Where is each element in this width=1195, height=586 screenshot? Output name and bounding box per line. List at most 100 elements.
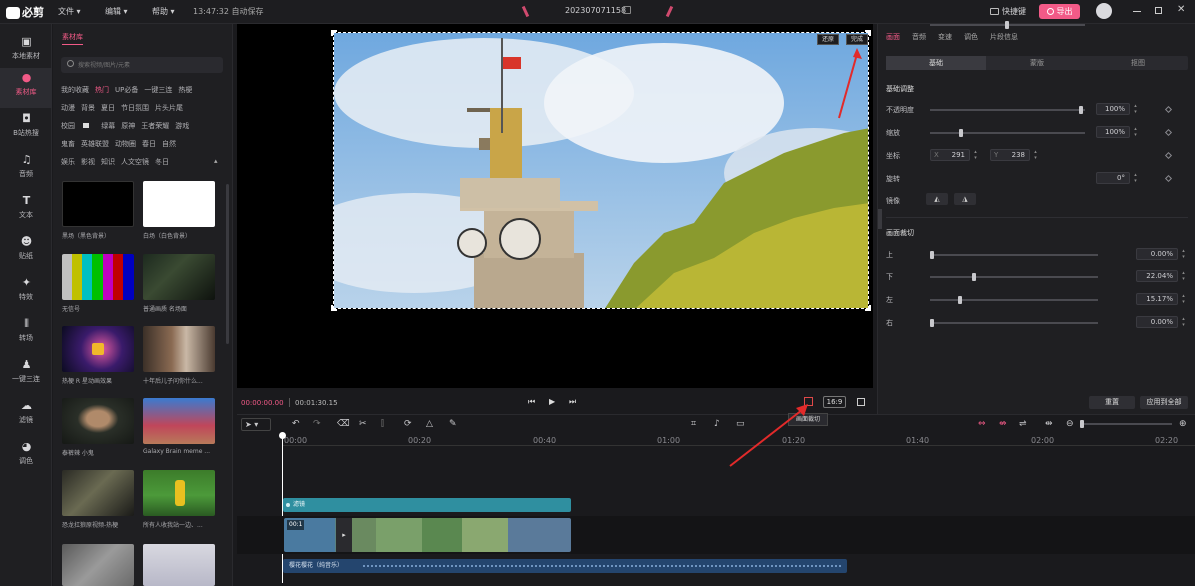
crop-left-slider[interactable] (930, 296, 1098, 304)
freeze-icon[interactable]: ⫿ (381, 418, 384, 430)
tag-spring[interactable]: 春日 (142, 140, 156, 148)
split-icon[interactable]: ✂ (359, 418, 367, 430)
mirror-horizontal-icon[interactable]: ◭ (926, 193, 948, 205)
opacity-keyframe-icon[interactable] (1164, 105, 1173, 114)
crop-top-value[interactable]: 0.00% (1136, 248, 1178, 260)
tag-background[interactable]: 背景 (81, 104, 95, 112)
menu-edit[interactable]: 编辑 ▾ (105, 6, 128, 17)
crop-right-stepper[interactable]: ▴ ▾ (1180, 316, 1187, 328)
nav-filters[interactable]: ☁ 滤镜 (0, 396, 52, 436)
minimize-icon[interactable] (1133, 11, 1141, 12)
media-thumb[interactable] (143, 544, 215, 586)
media-thumb[interactable] (62, 470, 134, 516)
transition-marker-icon[interactable]: ▸ (336, 518, 352, 552)
crop-left-value[interactable]: 15.17% (1136, 293, 1178, 305)
library-scrollbar[interactable] (226, 184, 229, 344)
fullscreen-icon[interactable] (857, 398, 865, 406)
nav-text[interactable]: T 文本 (0, 191, 52, 231)
coord-x-input[interactable]: X 291 (930, 149, 970, 161)
auto-caption-icon[interactable]: ⌗ (691, 418, 696, 430)
rotate-value[interactable]: 0° (1096, 172, 1130, 184)
redo-icon[interactable]: ↷ (313, 418, 321, 430)
crop-left-stepper[interactable]: ▴ ▾ (1180, 293, 1187, 305)
zoom-slider[interactable] (1080, 420, 1172, 428)
close-icon[interactable]: ✕ (1177, 5, 1185, 15)
scale-slider[interactable] (930, 129, 1085, 137)
subtab-matting[interactable]: 抠图 (1088, 56, 1188, 70)
zoom-out-icon[interactable]: ⊖ (1066, 418, 1074, 430)
maximize-icon[interactable] (1155, 7, 1162, 14)
nav-triple[interactable]: ♟ 一键三连 (0, 355, 52, 395)
crop-bottom-slider[interactable] (930, 273, 1098, 281)
media-thumb[interactable] (143, 326, 215, 372)
coord-y-stepper[interactable]: ▴ ▾ (1032, 149, 1039, 161)
aspect-ratio-button[interactable]: 16:9 (823, 396, 846, 408)
tag-kichiku[interactable]: 鬼畜 (61, 140, 75, 148)
tag-lol[interactable]: 英雄联盟 (81, 140, 109, 148)
tag-nature[interactable]: 自然 (162, 140, 176, 148)
opacity-stepper[interactable]: ▴ ▾ (1132, 103, 1139, 115)
subtab-mask[interactable]: 蒙版 (987, 56, 1087, 70)
tab-clip-info[interactable]: 片段信息 (990, 33, 1018, 41)
nav-stickers[interactable]: ☻ 贴纸 (0, 232, 52, 272)
crop-right-slider[interactable] (930, 319, 1098, 327)
media-thumb[interactable] (62, 398, 134, 444)
crop-handle-br[interactable] (865, 305, 871, 311)
scale-knob[interactable] (959, 129, 963, 137)
crop-left-knob[interactable] (958, 296, 962, 304)
crop-top-slider[interactable] (930, 251, 1098, 259)
opacity-value[interactable]: 100% (1096, 103, 1130, 115)
media-thumb[interactable] (143, 181, 215, 227)
rotate-stepper[interactable]: ▴ ▾ (1132, 172, 1139, 184)
tag-triple[interactable]: 一键三连 (144, 86, 172, 94)
filter-clip[interactable]: 滤镜 (283, 498, 571, 512)
zoom-knob[interactable] (1080, 420, 1084, 428)
subtab-basic[interactable]: 基础 (886, 56, 986, 70)
tag-knowledge[interactable]: 知识 (101, 158, 115, 166)
scale-stepper[interactable]: ▴ ▾ (1132, 126, 1139, 138)
tag-anime[interactable]: 动漫 (61, 104, 75, 112)
library-tab[interactable]: 素材库 (62, 32, 83, 45)
crop-bottom-stepper[interactable]: ▴ ▾ (1180, 270, 1187, 282)
search-box[interactable] (61, 57, 223, 73)
tag-genshin[interactable]: 原神 (121, 122, 135, 130)
tag-campus[interactable]: 校园 (61, 122, 95, 130)
preview-frame[interactable] (333, 32, 869, 309)
tag-hot[interactable]: 热门 (95, 86, 109, 94)
tag-up[interactable]: UP必备 (115, 86, 138, 94)
tag-favorites[interactable]: 我的收藏 (61, 86, 89, 94)
scale-value[interactable]: 100% (1096, 126, 1130, 138)
snap-icon[interactable]: ⇎ (999, 418, 1007, 430)
media-thumb[interactable] (62, 254, 134, 300)
tag-games[interactable]: 游戏 (175, 122, 189, 130)
tab-speed[interactable]: 变速 (938, 33, 952, 41)
export-button[interactable]: 导出 (1039, 4, 1080, 19)
rotate-keyframe-icon[interactable] (1164, 174, 1173, 183)
audio-clip[interactable]: 樱花樱花（纯音乐） (283, 559, 847, 573)
marker-icon[interactable]: ✎ (449, 418, 457, 430)
avatar[interactable] (1096, 3, 1112, 19)
crop-right-knob[interactable] (930, 319, 934, 327)
coord-x-stepper[interactable]: ▴ ▾ (972, 149, 979, 161)
tab-color[interactable]: 调色 (964, 33, 978, 41)
tag-summer[interactable]: 夏日 (101, 104, 115, 112)
apply-all-button[interactable]: 应用到全部 (1140, 396, 1188, 409)
media-thumb[interactable] (143, 398, 215, 444)
nav-color[interactable]: ◕ 调色 (0, 437, 52, 477)
preview-canvas[interactable]: 还原 完成 (237, 24, 873, 388)
nav-library[interactable]: ● 素材库 (0, 68, 52, 108)
coord-y-input[interactable]: Y 238 (990, 149, 1030, 161)
nav-effects[interactable]: ✦ 特效 (0, 273, 52, 313)
audio-split-icon[interactable]: ⇌ (1019, 418, 1027, 430)
next-frame-icon[interactable]: ⏭ (569, 397, 576, 407)
zoom-fit-icon[interactable]: ⇹ (1045, 418, 1053, 430)
tag-film[interactable]: 影视 (81, 158, 95, 166)
media-thumb[interactable] (62, 181, 134, 227)
tag-scenery[interactable]: 人文空镜 (121, 158, 149, 166)
media-thumb[interactable] (143, 254, 215, 300)
rename-icon[interactable] (623, 6, 631, 14)
mirror-clip-icon[interactable]: △ (426, 418, 433, 430)
tag-entertainment[interactable]: 娱乐 (61, 158, 75, 166)
select-tool-icon[interactable]: ➤ ▾ (241, 418, 271, 431)
panel-collapse-handle[interactable] (878, 209, 882, 229)
